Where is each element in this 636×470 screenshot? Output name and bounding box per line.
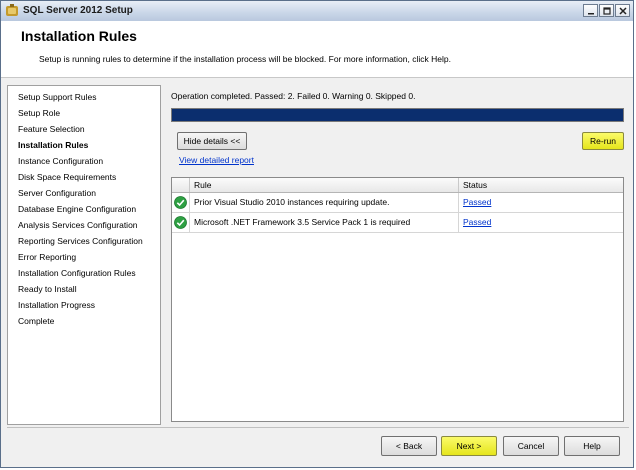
window-title: SQL Server 2012 Setup: [23, 5, 133, 16]
pass-icon-cell: [172, 213, 190, 232]
check-circle-icon: [174, 216, 187, 229]
rule-column-header[interactable]: Rule: [190, 178, 459, 192]
table-header: Rule Status: [172, 178, 623, 193]
close-icon: [618, 6, 627, 15]
nav-item-complete: Complete: [18, 316, 55, 326]
nav-item-disk-space-requirements: Disk Space Requirements: [18, 172, 117, 182]
operation-status: Operation completed. Passed: 2. Failed 0…: [171, 91, 416, 101]
nav-item-installation-configuration-rules: Installation Configuration Rules: [18, 268, 136, 278]
page-title: Installation Rules: [21, 28, 137, 44]
content-area: Setup Support Rules Setup Role Feature S…: [7, 85, 629, 425]
help-button[interactable]: Help: [564, 436, 620, 456]
status-column-header[interactable]: Status: [459, 178, 623, 192]
status-cell: Passed: [459, 193, 623, 212]
sql-server-icon: [6, 4, 18, 16]
nav-item-database-engine-configuration: Database Engine Configuration: [18, 204, 137, 214]
status-passed-link[interactable]: Passed: [463, 217, 491, 227]
table-row[interactable]: Microsoft .NET Framework 3.5 Service Pac…: [172, 213, 623, 233]
rule-cell: Prior Visual Studio 2010 instances requi…: [190, 193, 459, 212]
status-cell: Passed: [459, 213, 623, 232]
main-panel: Operation completed. Passed: 2. Failed 0…: [163, 85, 629, 425]
rule-cell: Microsoft .NET Framework 3.5 Service Pac…: [190, 213, 459, 232]
close-button[interactable]: [615, 4, 630, 17]
back-button[interactable]: < Back: [381, 436, 437, 456]
minimize-button[interactable]: [583, 4, 598, 17]
rerun-button[interactable]: Re-run: [582, 132, 624, 150]
setup-window: SQL Server 2012 Setup Installation Rules…: [0, 0, 634, 468]
progress-fill: [172, 109, 623, 121]
check-circle-icon: [174, 196, 187, 209]
nav-item-installation-rules: Installation Rules: [18, 140, 89, 150]
window-controls: [583, 4, 630, 17]
icon-column-header: [172, 178, 190, 192]
next-button[interactable]: Next >: [441, 436, 497, 456]
pass-icon-cell: [172, 193, 190, 212]
table-row[interactable]: Prior Visual Studio 2010 instances requi…: [172, 193, 623, 213]
status-passed-link[interactable]: Passed: [463, 197, 491, 207]
progress-bar: [171, 108, 624, 122]
nav-item-installation-progress: Installation Progress: [18, 300, 96, 310]
cancel-button[interactable]: Cancel: [503, 436, 559, 456]
maximize-button[interactable]: [599, 4, 614, 17]
minimize-icon: [587, 12, 594, 14]
wizard-footer: < Back Next > Cancel Help: [1, 427, 633, 467]
nav-item-setup-role: Setup Role: [18, 108, 61, 118]
view-detailed-report-link[interactable]: View detailed report: [179, 155, 254, 165]
nav-item-analysis-services-configuration: Analysis Services Configuration: [18, 220, 138, 230]
nav-item-server-configuration: Server Configuration: [18, 188, 96, 198]
nav-item-feature-selection: Feature Selection: [18, 124, 85, 134]
page-header: Installation Rules Setup is running rule…: [1, 21, 633, 78]
page-subtitle: Setup is running rules to determine if t…: [39, 54, 451, 64]
nav-item-setup-support-rules: Setup Support Rules: [18, 92, 97, 102]
footer-divider: [7, 427, 629, 428]
hide-details-button[interactable]: Hide details <<: [177, 132, 247, 150]
nav-item-instance-configuration: Instance Configuration: [18, 156, 104, 166]
setup-steps-nav: Setup Support Rules Setup Role Feature S…: [7, 85, 161, 425]
nav-item-ready-to-install: Ready to Install: [18, 284, 77, 294]
maximize-icon: [602, 6, 611, 15]
nav-item-error-reporting: Error Reporting: [18, 252, 77, 262]
title-bar: SQL Server 2012 Setup: [1, 1, 633, 22]
rules-table: Rule Status Prior Visual Studio 2010 ins…: [171, 177, 624, 422]
nav-item-reporting-services-configuration: Reporting Services Configuration: [18, 236, 143, 246]
